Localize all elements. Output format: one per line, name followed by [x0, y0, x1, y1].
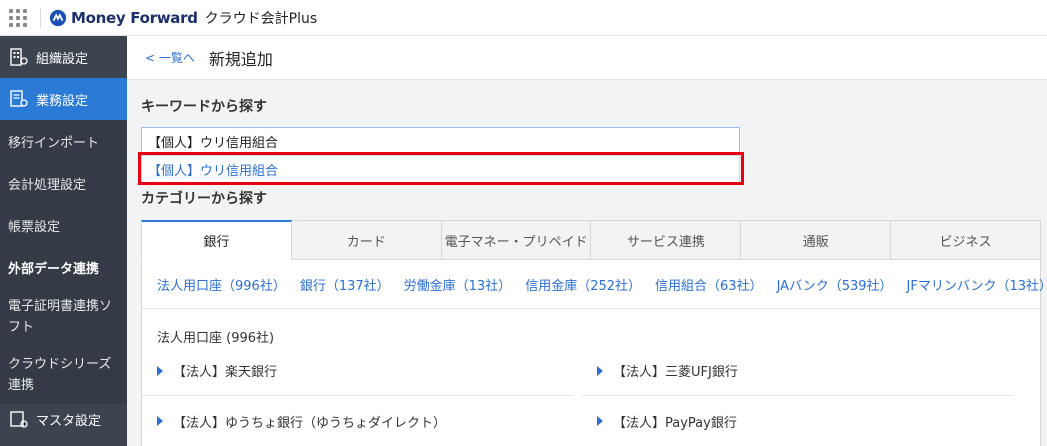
category-tabs: 銀行 カード 電子マネー・プリペイド サービス連携 通販 ビジネス	[141, 220, 1041, 260]
page-title: 新規追加	[208, 49, 273, 69]
sidebar-item-master[interactable]: マスタ設定	[0, 404, 127, 434]
subcategory-shinkin[interactable]: 信用金庫（252社）	[525, 275, 641, 294]
apps-menu-button[interactable]	[0, 0, 36, 36]
sidebar-item-organization[interactable]: 組織設定	[0, 36, 127, 78]
sidebar-item-migration-import[interactable]: 移行インポート	[0, 120, 127, 162]
sidebar-item-label: 組織設定	[36, 51, 89, 67]
bank-item[interactable]: 【法人】ゆうちょ銀行（ゆうちょダイレクト）	[142, 396, 572, 446]
caret-right-icon	[157, 416, 163, 426]
category-section-title: カテゴリーから探す	[141, 191, 267, 207]
tab-emoney[interactable]: 電子マネー・プリペイド	[441, 220, 592, 260]
sidebar-submenu: 移行インポート 会計処理設定 帳票設定 外部データ連携 電子証明書連携ソフト ク…	[0, 120, 127, 404]
sidebar-item-label: 電子証明書連携ソフト	[8, 299, 113, 335]
sidebar-item-label: 帳票設定	[8, 219, 61, 235]
bank-name: 【法人】ゆうちょ銀行（ゆうちょダイレクト）	[173, 415, 447, 431]
bank-name: 【法人】楽天銀行	[173, 365, 278, 380]
subcategory-corporate[interactable]: 法人用口座（996社）	[157, 275, 286, 294]
bank-item[interactable]: 【法人】楽天銀行	[142, 346, 572, 396]
group-title: 法人用口座 (996社)	[157, 331, 275, 346]
sidebar-item-label: 業務設定	[36, 93, 89, 109]
divider	[40, 7, 41, 28]
subcategory-jf-marine-bank[interactable]: JFマリンバンク（13社）	[907, 275, 1047, 294]
sidebar-item-label: マスタ設定	[36, 413, 102, 429]
caret-right-icon	[157, 365, 163, 376]
subcategory-bank[interactable]: 銀行（137社）	[300, 275, 390, 294]
back-to-list-link[interactable]: < 一覧へ	[145, 49, 195, 66]
tab-business[interactable]: ビジネス	[891, 220, 1041, 260]
caret-right-icon	[597, 416, 603, 426]
sidebar-item-accounting-settings[interactable]: 会計処理設定	[0, 162, 127, 204]
sidebar-item-label: 会計処理設定	[8, 177, 87, 193]
subcategory-list: 法人用口座（996社） 銀行（137社） 労働金庫（13社） 信用金庫（252社…	[142, 260, 1047, 309]
settings-doc-icon	[8, 88, 30, 110]
master-icon	[8, 408, 30, 430]
top-bar: Money Forward クラウド会計Plus	[0, 0, 1047, 36]
grid-icon	[9, 8, 27, 27]
subcategory-ja-bank[interactable]: JAバンク（539社）	[777, 275, 893, 294]
main-content: < 一覧へ 新規追加 キーワードから探す 【個人】ウリ信用組合 【個人】ウリ信用…	[127, 36, 1047, 446]
brand-name: Money Forward	[71, 8, 198, 27]
category-panel: 法人用口座（996社） 銀行（137社） 労働金庫（13社） 信用金庫（252社…	[141, 260, 1047, 446]
search-suggestion-item[interactable]: 【個人】ウリ信用組合	[141, 155, 740, 183]
subcategory-labor-bank[interactable]: 労働金庫（13社）	[404, 275, 512, 294]
caret-right-icon	[597, 365, 603, 376]
sidebar-item-external-data[interactable]: 外部データ連携	[0, 246, 127, 288]
bank-item[interactable]: 【法人】PayPay銀行	[582, 396, 1012, 446]
sidebar: 組織設定 業務設定 移行インポート 会計処理設定 帳票設定 外部データ連携 電子…	[0, 36, 127, 446]
product-name: クラウド会計Plus	[204, 10, 318, 27]
bank-name: 【法人】三菱UFJ銀行	[613, 365, 738, 380]
breadcrumb: < 一覧へ 新規追加	[127, 36, 1047, 80]
sidebar-item-label: 外部データ連携	[8, 261, 100, 277]
tab-service[interactable]: サービス連携	[591, 220, 742, 260]
tab-card[interactable]: カード	[291, 220, 442, 260]
sidebar-item-label: クラウドシリーズ連携	[8, 357, 112, 393]
tab-ecommerce[interactable]: 通販	[741, 220, 892, 260]
sidebar-item-cloud-series[interactable]: クラウドシリーズ連携	[0, 346, 127, 404]
sidebar-item-business[interactable]: 業務設定	[0, 78, 127, 120]
bank-item[interactable]: 【法人】三菱UFJ銀行	[582, 346, 1012, 396]
building-icon	[8, 46, 30, 68]
subcategory-credit-union[interactable]: 信用組合（63社）	[655, 275, 763, 294]
tab-bank[interactable]: 銀行	[141, 220, 292, 260]
keyword-section-title: キーワードから探す	[141, 99, 267, 115]
money-forward-logo-icon	[49, 9, 67, 26]
sidebar-item-e-certificate[interactable]: 電子証明書連携ソフト	[0, 288, 127, 346]
keyword-search-input[interactable]: 【個人】ウリ信用組合	[141, 127, 740, 155]
sidebar-item-report-settings[interactable]: 帳票設定	[0, 204, 127, 246]
app-logo[interactable]: Money Forward クラウド会計Plus	[49, 8, 317, 28]
bank-name: 【法人】PayPay銀行	[613, 415, 737, 431]
sidebar-item-label: 移行インポート	[8, 135, 100, 151]
